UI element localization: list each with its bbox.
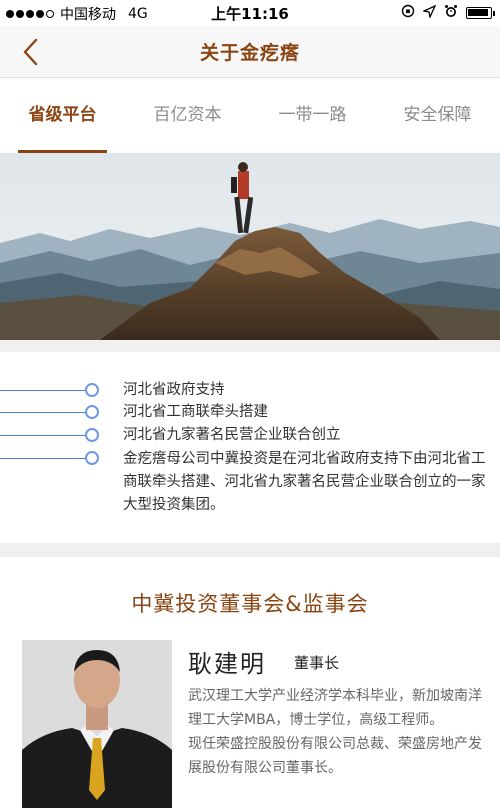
tab-security[interactable]: 安全保障 (375, 78, 500, 153)
navigation-bar: 关于金疙瘩 (0, 26, 500, 78)
hero-mountain-image (0, 153, 500, 340)
timeline-dot (85, 451, 99, 465)
chairman-role: 董事长 (294, 654, 340, 672)
status-icons (401, 4, 495, 22)
board-section-title: 中冀投资董事会&监事会 (131, 592, 369, 616)
tab-provincial-platform[interactable]: 省级平台 (0, 78, 125, 153)
tab-label: 一带一路 (278, 105, 347, 125)
location-icon (421, 4, 437, 22)
tab-label: 安全保障 (403, 105, 472, 125)
chairman-bio: 武汉理工大学产业经济学本科毕业，新加坡南洋理工大学MBA，博士学位，高级工程师。… (188, 684, 488, 780)
bio-paragraph: 现任荣盛控股股份有限公司总裁、荣盛房地产发展股份有限公司董事长。 (188, 736, 482, 776)
tab-capital[interactable]: 百亿资本 (125, 78, 250, 153)
timeline-dot (85, 428, 99, 442)
orientation-lock-icon (401, 4, 415, 22)
feature-item: 河北省政府支持 (123, 382, 225, 398)
chairman-name: 耿建明 (188, 650, 266, 678)
chairman-photo (22, 640, 172, 808)
timeline-line (0, 412, 86, 413)
timeline-dot (85, 383, 99, 397)
company-description: 金疙瘩母公司中冀投资是在河北省政府支持下由河北省工商联牵头搭建、河北省九家著名民… (123, 451, 486, 513)
section-divider (0, 340, 500, 352)
tab-belt-road[interactable]: 一带一路 (250, 78, 375, 153)
tab-bar: 省级平台 百亿资本 一带一路 安全保障 (0, 78, 500, 153)
page-title: 关于金疙瘩 (199, 42, 300, 64)
feature-item: 河北省九家著名民营企业联合创立 (123, 427, 341, 443)
timeline-dot (85, 405, 99, 419)
section-divider (0, 543, 500, 557)
timeline-line (0, 390, 86, 391)
battery-icon (466, 7, 495, 19)
tab-label: 百亿资本 (153, 105, 222, 125)
timeline-line (0, 435, 86, 436)
bio-paragraph: 武汉理工大学产业经济学本科毕业，新加坡南洋理工大学MBA，博士学位，高级工程师。 (188, 688, 482, 728)
tab-label: 省级平台 (28, 105, 97, 125)
status-bar: 中国移动 4G 上午11:16 (0, 0, 500, 26)
feature-item: 河北省工商联牵头搭建 (123, 404, 268, 420)
alarm-icon (444, 4, 458, 22)
timeline-line (0, 458, 86, 459)
